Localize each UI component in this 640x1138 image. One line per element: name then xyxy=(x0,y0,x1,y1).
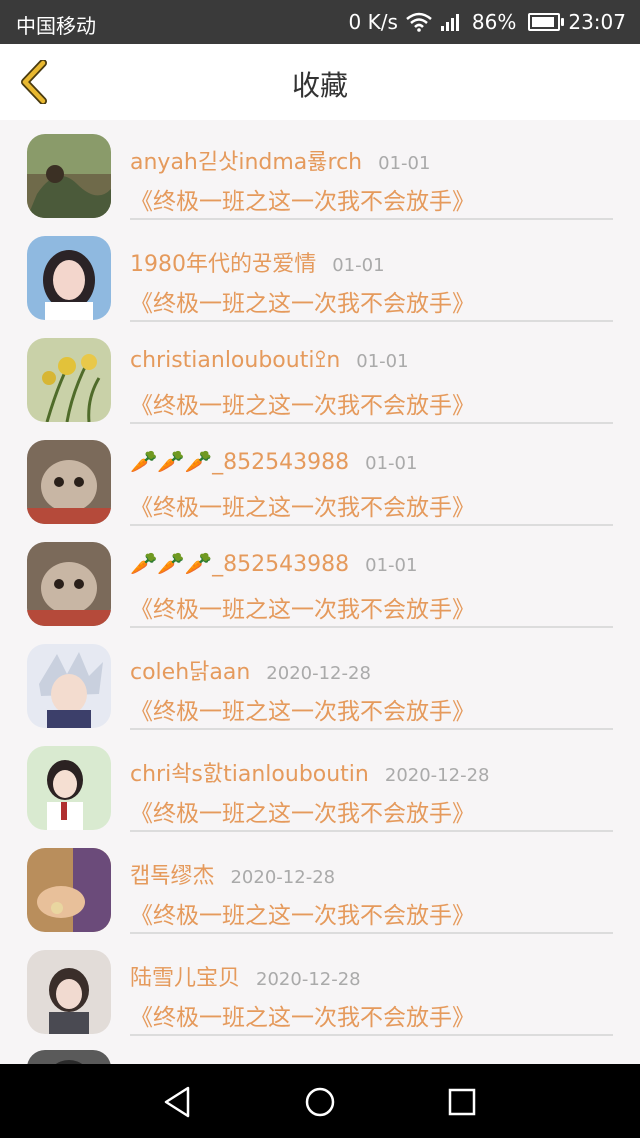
favorite-date: 01-01 xyxy=(356,351,409,372)
list-item[interactable]: chri솩s핤tianlouboutin 2020-12-28 《终极一班之这一次… xyxy=(0,738,640,840)
avatar xyxy=(27,644,111,728)
avatar xyxy=(27,440,111,524)
avatar xyxy=(27,236,111,320)
avatar xyxy=(27,950,111,1034)
favorite-user-name: 🥕🥕🥕_852543988 01-01 xyxy=(130,450,418,475)
status-indicators: 0 K/s 86% 23:07 xyxy=(349,10,626,34)
favorite-book-title: 《终极一班之这一次我不会放手》 xyxy=(130,903,475,929)
favorite-user-name: 🥕🥕🥕_852543988 01-01 xyxy=(130,552,418,577)
triangle-back-icon[interactable] xyxy=(158,1082,198,1122)
divider xyxy=(130,218,613,220)
favorite-date: 01-01 xyxy=(332,255,385,276)
network-speed: 0 K/s xyxy=(348,10,398,34)
favorite-date: 01-01 xyxy=(365,453,418,474)
clock: 23:07 xyxy=(568,10,626,34)
favorite-date: 2020-12-28 xyxy=(230,867,336,888)
list-item[interactable]: 🥕🥕🥕_852543988 01-01 《终极一班之这一次我不会放手》 xyxy=(0,432,640,534)
favorite-user-name: coleh닭aan 2020-12-28 xyxy=(130,660,371,685)
favorite-date: 2020-12-28 xyxy=(384,765,490,786)
favorite-date: 2020-12-28 xyxy=(266,663,371,684)
favorite-book-title: 《终极一班之这一次我不会放手》 xyxy=(130,699,475,725)
list-item[interactable]: 1980年代的꿍爱情 01-01 《终极一班之这一次我不会放手》 xyxy=(0,228,640,330)
divider xyxy=(130,626,613,628)
avatar xyxy=(27,338,111,422)
favorite-user-name: 1980年代的꿍爱情 01-01 xyxy=(130,252,385,277)
avatar xyxy=(27,746,111,830)
signal-icon xyxy=(440,12,464,32)
battery-icon xyxy=(528,13,565,31)
page-title: 收藏 xyxy=(291,69,348,102)
favorite-book-title: 《终极一班之这一次我不会放手》 xyxy=(130,495,475,521)
carrier-label: 中国移动 xyxy=(16,14,96,38)
list-item[interactable]: 陆雪儿宝贝 2020-12-28 《终极一班之这一次我不会放手》 xyxy=(0,942,640,1044)
divider xyxy=(130,524,613,526)
favorite-user-name: chri솩s핤tianlouboutin 2020-12-28 xyxy=(130,762,490,787)
favorite-date: 2020-12-28 xyxy=(256,969,361,990)
favorite-book-title: 《终极一班之这一次我不会放手》 xyxy=(130,393,475,419)
favorite-date: 01-01 xyxy=(378,153,431,174)
app-header: 收藏 xyxy=(0,44,640,121)
divider xyxy=(130,830,613,832)
favorites-list[interactable]: anyah긷삿indma룛rch 01-01 《终极一班之这一次我不会放手》 19… xyxy=(0,120,640,1064)
battery-percent: 86% xyxy=(471,10,517,34)
favorite-user-name: 캡톡缪杰 2020-12-28 xyxy=(130,864,336,889)
avatar xyxy=(27,848,111,932)
favorite-book-title: 《终极一班之这一次我不会放手》 xyxy=(130,1005,475,1031)
divider xyxy=(130,728,613,730)
favorite-user-name: christianlouboutiꔌn 01-01 xyxy=(130,348,409,373)
divider xyxy=(130,422,613,424)
list-item[interactable]: anyah긷삿indma룛rch 01-01 《终极一班之这一次我不会放手》 xyxy=(0,126,640,228)
divider xyxy=(130,1034,613,1036)
favorite-book-title: 《终极一班之这一次我不会放手》 xyxy=(130,291,475,317)
divider xyxy=(130,320,613,322)
list-item[interactable]: coleh닭aan 2020-12-28 《终极一班之这一次我不会放手》 xyxy=(0,636,640,738)
list-item[interactable]: 캡톡缪杰 2020-12-28 《终极一班之这一次我不会放手》 xyxy=(0,840,640,942)
system-nav-bar xyxy=(0,1064,640,1138)
favorite-book-title: 《终极一班之这一次我不会放手》 xyxy=(130,597,475,623)
wifi-icon xyxy=(406,12,432,32)
circle-home-icon[interactable] xyxy=(300,1082,340,1122)
favorite-book-title: 《终极一班之这一次我不会放手》 xyxy=(130,189,475,215)
favorite-date: 01-01 xyxy=(365,555,418,576)
list-item[interactable]: christianlouboutiꔌn 01-01 《终极一班之这一次我不会放手》 xyxy=(0,330,640,432)
favorite-user-name: anyah긷삿indma룛rch 01-01 xyxy=(130,150,431,175)
favorite-book-title: 《终极一班之这一次我不会放手》 xyxy=(130,801,475,827)
avatar xyxy=(27,134,111,218)
list-item[interactable]: 🥕🥕🥕_852543988 01-01 《终极一班之这一次我不会放手》 xyxy=(0,534,640,636)
divider xyxy=(130,932,613,934)
favorite-user-name: 陆雪儿宝贝 2020-12-28 xyxy=(130,966,361,991)
square-recents-icon[interactable] xyxy=(442,1082,482,1122)
avatar xyxy=(27,1050,111,1064)
avatar xyxy=(27,542,111,626)
status-bar: 中国移动 0 K/s 86% 23:07 xyxy=(0,0,640,44)
